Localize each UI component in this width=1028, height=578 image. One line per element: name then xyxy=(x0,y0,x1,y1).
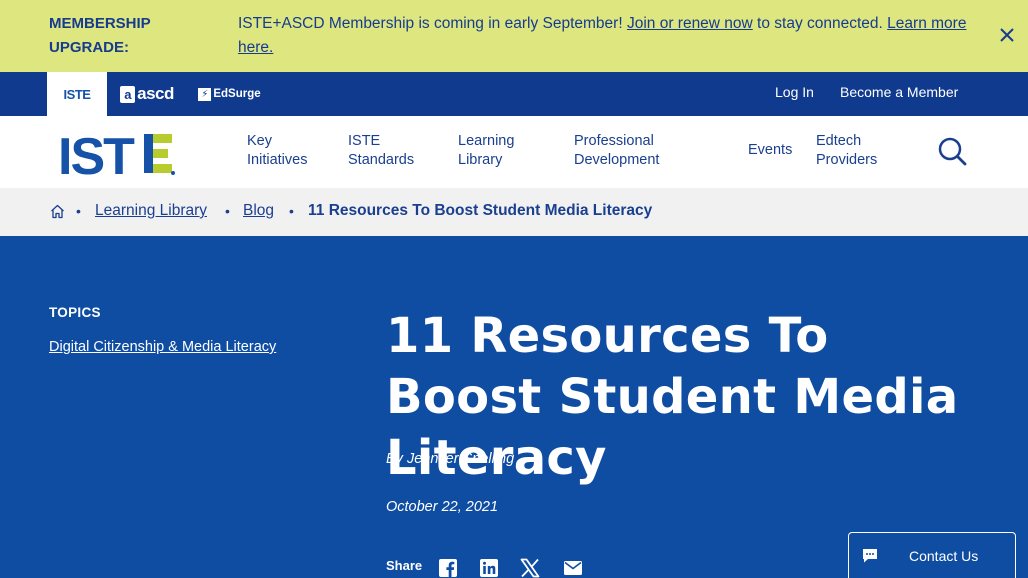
topics-label: TOPICS xyxy=(49,305,101,320)
nav-item-line2: Development xyxy=(574,152,660,168)
nav-iste-standards[interactable]: ISTE Standards xyxy=(348,132,414,170)
contact-us-button[interactable]: Contact Us xyxy=(848,532,1016,578)
contact-us-label: Contact Us xyxy=(909,547,979,564)
edsurge-mark-icon: ⚡ xyxy=(198,87,212,101)
nav-item-line2: Standards xyxy=(348,152,415,168)
become-member-link[interactable]: Become a Member xyxy=(840,72,958,116)
share-label: Share xyxy=(386,558,423,573)
linkedin-icon[interactable] xyxy=(479,558,499,578)
nav-learning-library[interactable]: Learning Library xyxy=(458,132,514,170)
iste-brand-logo: ISTE xyxy=(63,86,91,102)
nav-item-line2: Initiatives xyxy=(247,152,308,168)
home-icon[interactable] xyxy=(50,204,65,219)
brand-tab-iste[interactable]: ISTE xyxy=(47,72,107,116)
nav-item-line1: Professional xyxy=(574,133,654,149)
nav-item-line1: Key xyxy=(247,133,272,149)
banner-message: ISTE+ASCD Membership is coming in early … xyxy=(238,12,978,60)
brand-tab-edsurge[interactable]: ⚡ EdSurge xyxy=(192,72,267,116)
nav-edtech-providers[interactable]: Edtech Providers xyxy=(816,132,877,170)
login-link[interactable]: Log In xyxy=(775,72,814,116)
email-icon[interactable] xyxy=(563,558,583,578)
article-date: October 22, 2021 xyxy=(386,499,499,515)
breadcrumb-learning-library[interactable]: Learning Library xyxy=(95,201,207,221)
nav-key-initiatives[interactable]: Key Initiatives xyxy=(247,132,307,170)
iste-logo-graphic: IST xyxy=(58,128,175,186)
ascd-mark-icon: a xyxy=(120,85,136,103)
nav-item-line1: Learning xyxy=(458,133,515,149)
nav-professional-development[interactable]: Professional Development xyxy=(574,132,659,170)
breadcrumb-blog[interactable]: Blog xyxy=(243,201,274,221)
nav-item-line1: Edtech xyxy=(816,133,862,149)
announcement-banner: MEMBERSHIP UPGRADE: ISTE+ASCD Membership… xyxy=(0,0,1028,72)
join-renew-link[interactable]: Join or renew now xyxy=(627,15,753,32)
breadcrumb-separator: • xyxy=(289,203,294,219)
breadcrumb-current: 11 Resources To Boost Student Media Lite… xyxy=(308,202,653,219)
facebook-icon[interactable] xyxy=(438,558,458,578)
chat-icon xyxy=(863,548,877,562)
topic-link[interactable]: Digital Citizenship & Media Literacy xyxy=(49,339,276,355)
edsurge-brand-text: EdSurge xyxy=(213,88,261,100)
ascd-brand-text: ascd xyxy=(137,84,174,103)
nav-item-line1: ISTE xyxy=(348,133,381,149)
banner-message-prefix: ISTE+ASCD Membership is coming in early … xyxy=(238,15,627,32)
brand-bar: ISTE a ascd ⚡ EdSurge Log In Become a Memb… xyxy=(0,72,1028,116)
close-icon[interactable] xyxy=(998,24,1016,48)
article-byline: By Jennifer Snelling xyxy=(386,451,515,467)
banner-message-mid: to stay connected. xyxy=(752,15,888,32)
nav-item-line1: Events xyxy=(748,142,793,158)
nav-item-line2: Providers xyxy=(816,152,878,168)
ascd-brand-logo: a ascd xyxy=(120,84,174,104)
svg-text:IST: IST xyxy=(58,128,135,178)
breadcrumb-separator: • xyxy=(225,203,230,219)
brand-tab-ascd[interactable]: a ascd xyxy=(112,72,182,116)
x-icon[interactable] xyxy=(520,558,540,578)
nav-events[interactable]: Events xyxy=(748,141,792,160)
iste-logo[interactable]: IST xyxy=(58,128,178,186)
nav-item-line2: Library xyxy=(458,152,503,168)
banner-label: MEMBERSHIP UPGRADE: xyxy=(49,15,151,56)
edsurge-brand-logo: ⚡ EdSurge xyxy=(198,87,261,101)
breadcrumb-separator: • xyxy=(76,203,81,219)
search-icon[interactable] xyxy=(936,135,968,167)
